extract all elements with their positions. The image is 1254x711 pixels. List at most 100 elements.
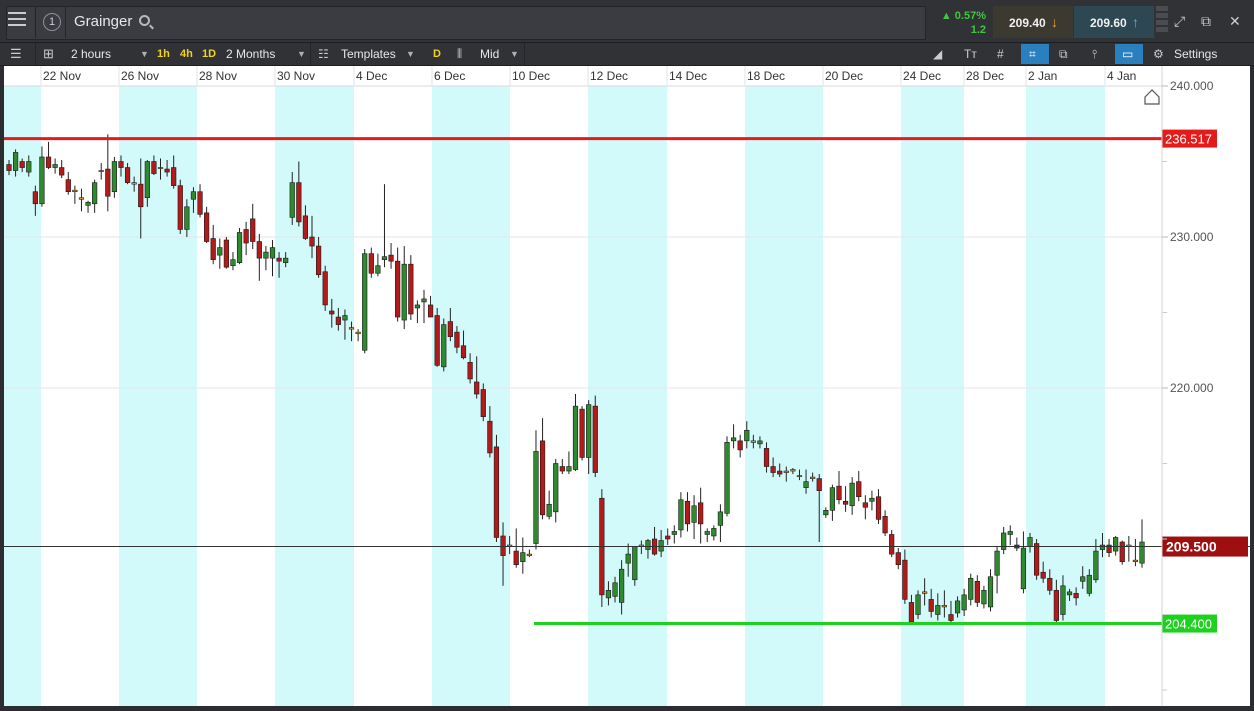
- candle[interactable]: [711, 525, 717, 541]
- candle[interactable]: [632, 546, 638, 586]
- candle[interactable]: [849, 477, 855, 515]
- candle[interactable]: [691, 495, 697, 539]
- settings-gear-icon[interactable]: ⚙: [1153, 43, 1164, 65]
- templates-button[interactable]: Templates: [341, 43, 396, 65]
- candle[interactable]: [513, 528, 519, 568]
- candle[interactable]: [375, 253, 381, 277]
- candle[interactable]: [1119, 540, 1125, 565]
- candle[interactable]: [65, 172, 71, 195]
- candle[interactable]: [875, 489, 882, 524]
- chevron-down-icon[interactable]: ▼: [406, 43, 415, 65]
- candle[interactable]: [217, 238, 223, 269]
- search-icon[interactable]: [139, 15, 150, 26]
- candle[interactable]: [553, 458, 559, 523]
- candle[interactable]: [223, 237, 229, 269]
- candle[interactable]: [408, 255, 414, 321]
- candle[interactable]: [210, 224, 216, 265]
- drawing-mode-button[interactable]: D: [433, 43, 441, 65]
- price-chart[interactable]: 236.517 204.400 209.500 22 Nov 26 Nov 28 Nov…: [4, 66, 1250, 706]
- candle[interactable]: [263, 246, 269, 271]
- candle[interactable]: [566, 451, 572, 475]
- quantity-selector[interactable]: [1156, 6, 1168, 38]
- candle[interactable]: [915, 590, 921, 620]
- candle[interactable]: [579, 406, 585, 461]
- workspace-number-icon[interactable]: 1: [43, 13, 61, 31]
- candle[interactable]: [981, 585, 987, 609]
- candle[interactable]: [559, 458, 565, 475]
- candle[interactable]: [1132, 539, 1139, 567]
- candle[interactable]: [381, 184, 388, 268]
- candle[interactable]: [250, 203, 256, 250]
- range-select[interactable]: 2 Months: [226, 43, 275, 65]
- candle[interactable]: [493, 434, 500, 543]
- candle[interactable]: [987, 569, 994, 612]
- candle[interactable]: [1020, 531, 1027, 594]
- chart-list-icon[interactable]: ☰: [10, 43, 22, 65]
- expand-icon[interactable]: ⤢: [1174, 13, 1185, 30]
- instrument-title[interactable]: Grainger: [74, 13, 132, 30]
- chevron-down-icon[interactable]: ▼: [297, 43, 306, 65]
- candle[interactable]: [526, 549, 532, 558]
- candle[interactable]: [1106, 539, 1112, 558]
- candle[interactable]: [368, 247, 374, 278]
- candle[interactable]: [704, 528, 710, 543]
- candle[interactable]: [994, 546, 1000, 594]
- settings-button[interactable]: Settings: [1174, 43, 1217, 65]
- interval-4h-button[interactable]: 4h: [180, 43, 193, 65]
- interval-1d-button[interactable]: 1D: [202, 43, 216, 65]
- candle[interactable]: [395, 247, 401, 322]
- candle[interactable]: [1126, 535, 1132, 562]
- candle[interactable]: [92, 179, 98, 213]
- candle[interactable]: [889, 529, 895, 558]
- candle[interactable]: [59, 159, 65, 179]
- grid-icon[interactable]: #: [997, 43, 1004, 65]
- candle[interactable]: [671, 525, 677, 544]
- candle[interactable]: [434, 307, 440, 367]
- text-tool-icon[interactable]: Tт: [964, 43, 977, 65]
- price-type-select[interactable]: Mid: [480, 43, 499, 65]
- candle[interactable]: [546, 490, 552, 520]
- candle[interactable]: [533, 430, 539, 550]
- candle[interactable]: [421, 289, 427, 324]
- interval-select[interactable]: 2 hours: [71, 43, 111, 65]
- interval-1h-button[interactable]: 1h: [157, 43, 170, 65]
- candle[interactable]: [842, 486, 849, 512]
- candle[interactable]: [882, 510, 888, 536]
- candle[interactable]: [684, 492, 691, 532]
- candle[interactable]: [836, 471, 842, 505]
- candle[interactable]: [895, 548, 901, 570]
- candles-icon[interactable]: ⫼: [457, 43, 462, 65]
- candle[interactable]: [717, 504, 724, 543]
- candle[interactable]: [72, 185, 78, 204]
- candle[interactable]: [45, 141, 52, 170]
- candle[interactable]: [724, 436, 730, 517]
- candle[interactable]: [974, 575, 980, 607]
- candle[interactable]: [362, 249, 368, 354]
- candle[interactable]: [1014, 537, 1020, 552]
- candle[interactable]: [520, 537, 526, 574]
- candle[interactable]: [204, 206, 210, 244]
- popout-icon[interactable]: ⧉: [1201, 13, 1211, 30]
- chart-canvas[interactable]: 236.517 204.400 209.500 22 Nov 26 Nov 28 Nov…: [4, 66, 1250, 706]
- candle[interactable]: [1001, 526, 1007, 555]
- candle[interactable]: [355, 329, 361, 342]
- chevron-down-icon[interactable]: ▼: [140, 43, 149, 65]
- candle[interactable]: [111, 156, 117, 198]
- trendline-icon[interactable]: ◢: [933, 43, 942, 65]
- chart-type-icon[interactable]: ⊞: [43, 43, 54, 65]
- candle[interactable]: [230, 252, 236, 271]
- candle[interactable]: [730, 424, 737, 449]
- candle[interactable]: [243, 221, 249, 256]
- layers-icon[interactable]: ⧉: [1059, 43, 1068, 65]
- candle[interactable]: [105, 134, 111, 212]
- candle[interactable]: [1113, 535, 1119, 556]
- candle[interactable]: [539, 418, 546, 520]
- candle[interactable]: [1034, 539, 1040, 580]
- candle[interactable]: [322, 265, 328, 311]
- candle[interactable]: [197, 184, 203, 218]
- candle[interactable]: [236, 227, 243, 265]
- candle[interactable]: [441, 318, 447, 372]
- candle[interactable]: [177, 179, 183, 234]
- sell-button[interactable]: 209.40 ↓: [993, 6, 1073, 38]
- indicator-icon[interactable]: ⫯: [1092, 43, 1097, 65]
